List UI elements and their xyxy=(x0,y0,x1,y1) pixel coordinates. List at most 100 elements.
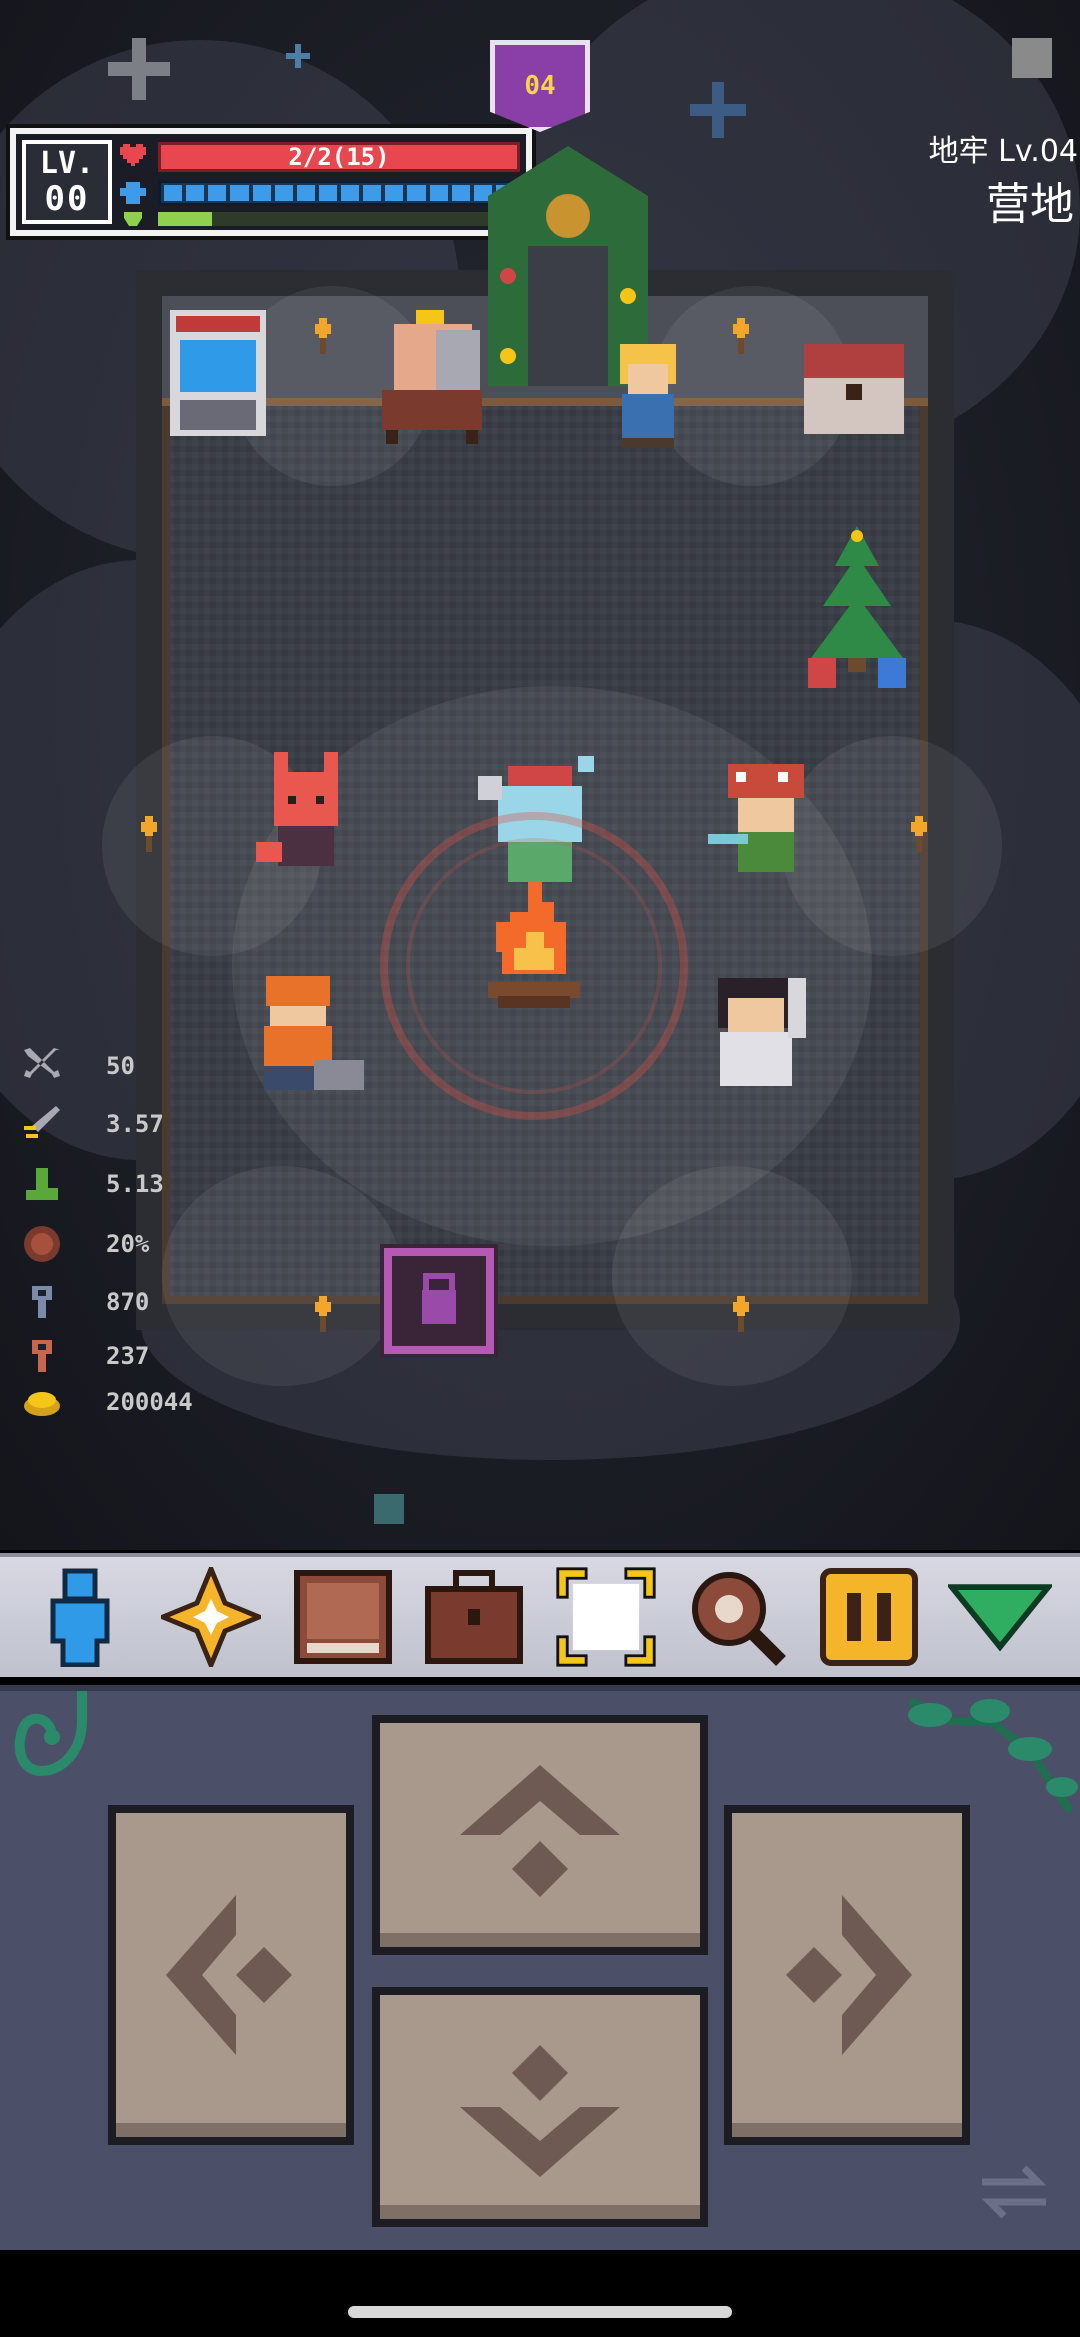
crossed-swords-icon xyxy=(24,1048,60,1078)
collapse-button[interactable] xyxy=(948,1565,1053,1669)
level-label: LV. xyxy=(39,146,95,181)
skills-button[interactable] xyxy=(159,1565,263,1669)
collapse-arrow-icon xyxy=(948,1584,1053,1652)
experience-fill xyxy=(158,212,213,226)
home-indicator[interactable] xyxy=(348,2306,732,2318)
magnifier-icon xyxy=(692,1572,787,1666)
mana-segment xyxy=(407,185,426,201)
backpack-button[interactable] xyxy=(422,1565,526,1669)
christmas-tree-icon xyxy=(808,526,906,688)
journal-button[interactable] xyxy=(291,1565,395,1669)
action-toolbar xyxy=(0,1553,1080,1677)
mana-segment xyxy=(208,185,227,201)
stat-attack-speed: 3.57 xyxy=(22,1104,282,1144)
mana-segment xyxy=(318,185,337,201)
mana-segment xyxy=(385,185,404,201)
journal-book-icon xyxy=(293,1570,392,1664)
movement-controls xyxy=(0,1685,1080,2250)
torch-icon xyxy=(315,1296,331,1332)
vine-decoration-icon xyxy=(14,1691,87,1777)
blue-key-icon xyxy=(32,1286,52,1318)
target-select-icon xyxy=(556,1567,656,1667)
move-up-button[interactable] xyxy=(372,1715,708,1955)
treasure-chest-icon[interactable] xyxy=(804,344,904,434)
gold-coin-icon xyxy=(24,1392,60,1416)
torch-icon xyxy=(733,318,749,354)
red-key-icon xyxy=(32,1340,52,1372)
move-right-button[interactable] xyxy=(724,1805,970,2145)
mana-bar xyxy=(158,180,520,206)
game-scene[interactable]: LV. 00 2/2(15) 04 地牢 Lv.04 营地 50 3.57 5.… xyxy=(0,0,1080,1550)
campfire-icon[interactable] xyxy=(482,882,586,1012)
sparkle-icon xyxy=(1012,38,1052,78)
skill-star-icon xyxy=(161,1567,262,1667)
stat-value: 870 xyxy=(106,1288,150,1316)
mana-icon xyxy=(120,182,146,204)
health-bar: 2/2(15) xyxy=(158,142,520,172)
move-down-button[interactable] xyxy=(372,1987,708,2227)
stat-attack: 50 xyxy=(22,1046,282,1086)
boot-icon xyxy=(26,1168,58,1200)
blonde-npc[interactable] xyxy=(608,344,688,448)
level-value: 00 xyxy=(44,179,90,219)
dungeon-level-label: 地牢 Lv.04 xyxy=(928,134,1078,169)
target-select-button[interactable] xyxy=(554,1565,658,1669)
character-icon xyxy=(50,1568,110,1667)
stat-gold: 200044 xyxy=(22,1382,282,1422)
shield-icon xyxy=(24,1226,60,1262)
mana-segment xyxy=(363,185,382,201)
mana-segment xyxy=(296,185,315,201)
mana-segment xyxy=(186,185,205,201)
mana-segment xyxy=(230,185,249,201)
stat-red-keys: 237 xyxy=(22,1336,282,1376)
move-left-button[interactable] xyxy=(108,1805,354,2145)
swap-arrows-icon[interactable] xyxy=(978,2164,1050,2220)
mana-segment xyxy=(164,185,183,201)
torch-icon xyxy=(141,816,157,852)
maid-npc[interactable] xyxy=(698,978,814,1096)
sparkle-icon xyxy=(374,1494,404,1524)
stat-move-speed: 5.13 xyxy=(22,1164,282,1204)
mushroom-girl-npc[interactable] xyxy=(708,764,824,882)
arrow-down-icon xyxy=(460,2045,620,2177)
stat-value: 3.57 xyxy=(106,1110,164,1138)
floor-number: 04 xyxy=(524,71,556,101)
stat-defense: 20% xyxy=(22,1224,282,1264)
experience-bar xyxy=(158,212,520,226)
pause-button[interactable] xyxy=(817,1565,921,1669)
sparkle-icon xyxy=(690,82,746,138)
stat-blue-keys: 870 xyxy=(22,1282,282,1322)
sparkle-icon xyxy=(108,38,170,100)
arrow-left-icon xyxy=(166,1895,292,2055)
player-status-panel: LV. 00 2/2(15) xyxy=(10,128,532,236)
level-badge: LV. 00 xyxy=(22,140,112,224)
search-button[interactable] xyxy=(685,1565,789,1669)
pause-icon xyxy=(819,1568,918,1666)
stat-value: 200044 xyxy=(106,1388,193,1416)
stat-value: 20% xyxy=(106,1230,150,1258)
mana-segment xyxy=(341,185,360,201)
torch-light xyxy=(612,1166,852,1386)
torch-icon xyxy=(315,318,331,354)
sparkle-icon xyxy=(286,44,310,68)
arrow-up-icon xyxy=(460,1765,620,1897)
sword-speed-icon xyxy=(24,1106,60,1138)
health-text: 2/2(15) xyxy=(288,143,390,171)
character-button[interactable] xyxy=(28,1565,132,1669)
arrow-right-icon xyxy=(786,1895,912,2055)
stat-value: 5.13 xyxy=(106,1170,164,1198)
location-name: 营地 xyxy=(986,179,1074,230)
mana-segment xyxy=(429,185,448,201)
mana-segment xyxy=(252,185,271,201)
locked-chest-icon[interactable] xyxy=(380,1244,498,1358)
torch-icon xyxy=(733,1296,749,1332)
xp-icon xyxy=(124,212,142,226)
fox-npc[interactable] xyxy=(256,752,356,878)
heart-icon xyxy=(120,144,146,166)
arcade-machine-icon[interactable] xyxy=(170,310,266,436)
mana-segment xyxy=(274,185,293,201)
stat-value: 50 xyxy=(106,1052,135,1080)
backpack-icon xyxy=(425,1570,524,1664)
stat-value: 237 xyxy=(106,1342,150,1370)
torch-icon xyxy=(911,816,927,852)
